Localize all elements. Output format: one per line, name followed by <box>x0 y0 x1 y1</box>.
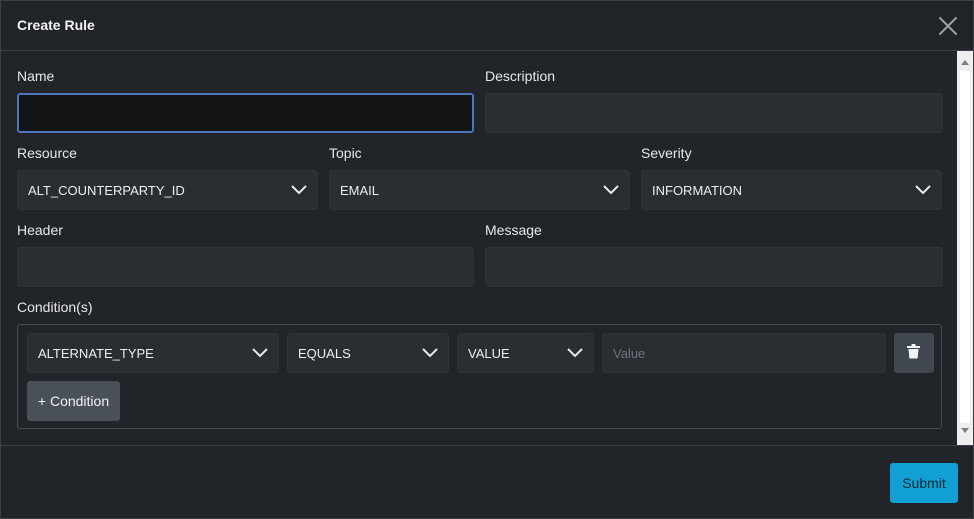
chevron-down-icon <box>603 185 619 195</box>
conditions-container: ALTERNATE_TYPE EQUALS VALUE Value + Cond… <box>17 324 942 429</box>
conditions-label: Condition(s) <box>17 299 93 315</box>
close-icon <box>939 17 957 35</box>
delete-condition-button[interactable] <box>894 333 934 373</box>
condition-type-select[interactable]: VALUE <box>457 333 594 373</box>
add-condition-button[interactable]: + Condition <box>27 381 120 421</box>
condition-operator-select[interactable]: EQUALS <box>287 333 449 373</box>
trash-icon <box>907 344 920 359</box>
resource-select-value: ALT_COUNTERPARTY_ID <box>28 183 185 198</box>
resource-select[interactable]: ALT_COUNTERPARTY_ID <box>17 170 318 210</box>
scroll-up-arrow-icon[interactable] <box>961 60 969 65</box>
create-rule-dialog: Create Rule Name Description Resource AL… <box>0 0 974 519</box>
resource-label: Resource <box>17 145 77 161</box>
condition-field-select[interactable]: ALTERNATE_TYPE <box>27 333 279 373</box>
scroll-down-arrow-icon[interactable] <box>961 428 969 433</box>
scroll-thumb[interactable] <box>960 71 970 423</box>
chevron-down-icon <box>567 348 583 358</box>
close-button[interactable] <box>935 13 961 39</box>
condition-value-input[interactable] <box>602 333 886 373</box>
topic-select-value: EMAIL <box>340 183 380 198</box>
header-label: Header <box>17 222 63 238</box>
dialog-body: Name Description Resource ALT_COUNTERPAR… <box>1 51 973 445</box>
description-input[interactable] <box>485 93 943 133</box>
description-label: Description <box>485 68 556 84</box>
chevron-down-icon <box>252 348 268 358</box>
severity-select-value: INFORMATION <box>652 183 743 198</box>
chevron-down-icon <box>915 185 931 195</box>
submit-button[interactable]: Submit <box>890 463 958 503</box>
topic-label: Topic <box>329 145 362 161</box>
message-input[interactable] <box>485 247 943 287</box>
body-scrollbar[interactable] <box>957 51 973 445</box>
dialog-footer: Submit <box>1 445 973 518</box>
chevron-down-icon <box>422 348 438 358</box>
condition-operator-value: EQUALS <box>298 346 351 361</box>
header-input[interactable] <box>17 247 474 287</box>
dialog-title: Create Rule <box>17 17 95 33</box>
topic-select[interactable]: EMAIL <box>329 170 630 210</box>
dialog-header: Create Rule <box>1 1 973 51</box>
condition-field-value: ALTERNATE_TYPE <box>38 346 154 361</box>
name-input[interactable] <box>17 93 474 133</box>
chevron-down-icon <box>291 185 307 195</box>
message-label: Message <box>485 222 542 238</box>
severity-label: Severity <box>641 145 692 161</box>
severity-select[interactable]: INFORMATION <box>641 170 942 210</box>
condition-type-value: VALUE <box>468 346 510 361</box>
name-label: Name <box>17 68 55 84</box>
